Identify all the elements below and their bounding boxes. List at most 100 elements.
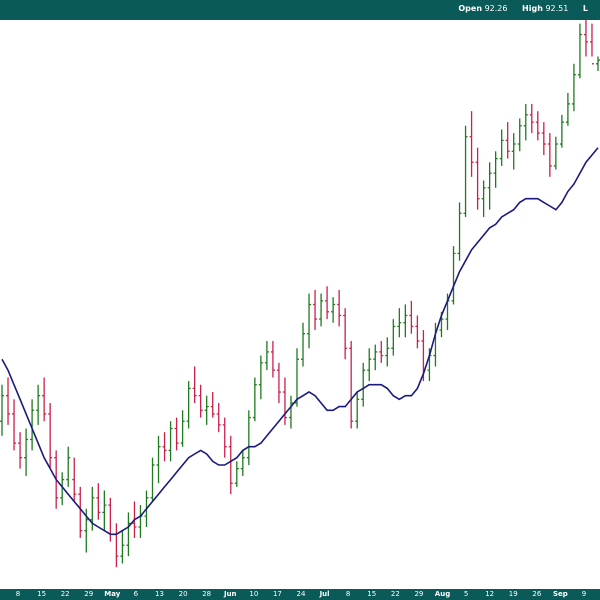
ohlc-bar bbox=[493, 151, 498, 188]
ohlc-bar bbox=[553, 136, 558, 170]
ohlc-bar bbox=[313, 289, 318, 331]
ohlc-bar bbox=[457, 202, 462, 261]
ohlc-bar bbox=[258, 355, 263, 400]
ohlc-bar bbox=[409, 300, 414, 334]
ohlc-bar bbox=[391, 319, 396, 356]
ohlc-bar bbox=[174, 417, 179, 451]
ohlc-bar bbox=[307, 293, 312, 349]
price-plot-area bbox=[0, 16, 600, 589]
ohlc-bar bbox=[529, 103, 534, 134]
x-tick-day: 8 bbox=[15, 590, 21, 598]
x-tick-day: 5 bbox=[463, 590, 469, 598]
ohlc-bar bbox=[282, 377, 287, 425]
ohlc-bar bbox=[505, 122, 510, 159]
x-tick-day: 24 bbox=[296, 590, 306, 598]
ohlc-bar bbox=[114, 523, 119, 568]
x-tick-day: 15 bbox=[367, 590, 377, 598]
ohlc-bar bbox=[547, 133, 552, 177]
ohlc-bar bbox=[36, 384, 41, 425]
ohlc-bar bbox=[589, 23, 594, 65]
ohlc-bar bbox=[204, 395, 209, 425]
ohlc-bar bbox=[180, 410, 185, 447]
ohlc-bar bbox=[367, 348, 372, 382]
date-axis: 8 15 22 29 May 6 13 20 28 Jun 10 17 24 Jul 8 15 22 29 Aug 5… bbox=[0, 589, 600, 600]
ohlc-bar bbox=[337, 289, 342, 327]
moving-average-line bbox=[1, 147, 599, 536]
ohlc-bar bbox=[150, 457, 155, 502]
ohlc-bar bbox=[66, 446, 71, 487]
x-tick-day: 22 bbox=[390, 590, 400, 598]
ohlc-bar bbox=[192, 366, 197, 403]
ohlc-bar bbox=[234, 461, 239, 487]
high-label: High bbox=[522, 4, 543, 13]
ohlc-bar bbox=[481, 180, 486, 217]
x-tick-day: 8 bbox=[345, 590, 351, 598]
x-tick-month: Jul bbox=[319, 590, 330, 598]
ohlc-bar bbox=[301, 322, 306, 367]
ohlc-bar bbox=[463, 125, 468, 217]
ohlc-bar bbox=[156, 435, 161, 484]
ohlc-bar bbox=[397, 308, 402, 338]
x-tick-day: 9 bbox=[581, 590, 587, 598]
ohlc-bar bbox=[361, 362, 366, 407]
ohlc-bar bbox=[565, 92, 570, 126]
ohlc-bar bbox=[120, 530, 125, 564]
x-tick-day: 29 bbox=[414, 590, 424, 598]
ohlc-bar bbox=[240, 450, 245, 476]
ohlc-bar bbox=[24, 428, 29, 476]
ohlc-bar bbox=[349, 340, 354, 429]
x-tick-day: 15 bbox=[37, 590, 47, 598]
ohlc-bar bbox=[517, 118, 522, 152]
ohlc-bar bbox=[343, 308, 348, 360]
chart-header-bar: Open 92.26 High 92.51 L bbox=[0, 0, 600, 20]
ohlc-bar bbox=[96, 483, 101, 520]
ohlc-bar bbox=[0, 384, 4, 436]
ohlc-bar bbox=[469, 111, 474, 177]
ohlc-bar bbox=[72, 457, 77, 502]
ohlc-bar bbox=[168, 421, 173, 462]
ohlc-bar bbox=[571, 63, 576, 112]
ohlc-bar bbox=[523, 103, 528, 141]
x-tick-day: 20 bbox=[178, 590, 188, 598]
x-tick-day: 12 bbox=[485, 590, 495, 598]
ohlc-bar bbox=[18, 432, 23, 469]
ohlc-bar bbox=[319, 293, 324, 327]
ohlc-bar bbox=[210, 392, 215, 418]
ohlc-bar bbox=[415, 315, 420, 349]
ohlc-bar bbox=[42, 377, 47, 422]
ohlc-bar bbox=[379, 340, 384, 363]
x-tick-day: 29 bbox=[84, 590, 94, 598]
ohlc-bar bbox=[559, 114, 564, 148]
ohlc-bar bbox=[270, 340, 275, 378]
ohlc-bar bbox=[162, 432, 167, 462]
ohlc-bar bbox=[331, 297, 336, 323]
ohlc-bar bbox=[78, 486, 83, 538]
x-tick-month: Sep bbox=[553, 590, 568, 598]
ohlc-readout: Open 92.26 High 92.51 L bbox=[458, 4, 594, 13]
ohlc-bar bbox=[246, 410, 251, 465]
ohlc-bar bbox=[373, 344, 378, 371]
ohlc-chart bbox=[0, 16, 600, 568]
x-tick-month: Aug bbox=[434, 590, 451, 598]
x-tick-day: 28 bbox=[202, 590, 212, 598]
high-value: 92.51 bbox=[545, 4, 569, 13]
ohlc-bar bbox=[252, 377, 257, 422]
ohlc-bar bbox=[222, 417, 227, 458]
x-tick-day: 6 bbox=[133, 590, 139, 598]
ohlc-bar bbox=[385, 337, 390, 367]
ohlc-bar bbox=[264, 340, 269, 371]
ohlc-bar bbox=[6, 377, 11, 425]
x-tick-month: May bbox=[104, 590, 121, 598]
ohlc-bar bbox=[596, 56, 600, 72]
x-tick-month: Jun bbox=[223, 590, 237, 598]
ohlc-bar bbox=[198, 384, 203, 418]
low-label: L bbox=[582, 4, 588, 13]
ohlc-bar bbox=[499, 129, 504, 166]
ohlc-bar bbox=[48, 402, 53, 469]
ohlc-bar bbox=[216, 402, 221, 433]
ohlc-bar bbox=[511, 133, 516, 170]
ohlc-bar bbox=[583, 16, 588, 57]
x-tick-day: 17 bbox=[272, 590, 282, 598]
x-tick-day: 13 bbox=[155, 590, 164, 598]
ohlc-bar bbox=[126, 512, 131, 557]
